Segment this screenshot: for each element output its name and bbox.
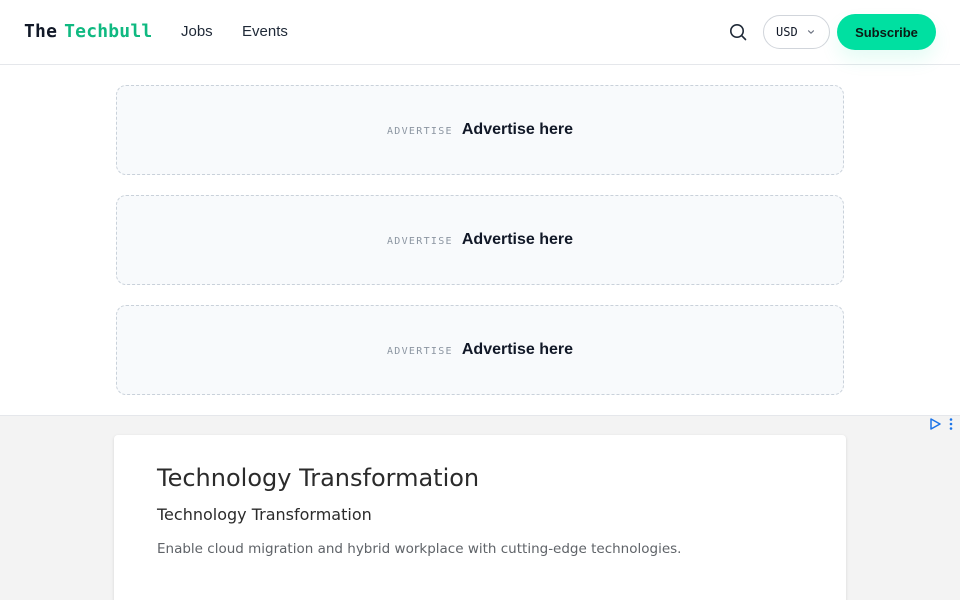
chevron-down-icon [807, 30, 815, 34]
ad-description: Enable cloud migration and hybrid workpl… [157, 541, 682, 557]
advertise-slot[interactable]: ADVERTISE Advertise here [116, 305, 844, 395]
advertise-label: Advertise here [461, 231, 574, 248]
advertise-tag: ADVERTISE [386, 235, 453, 247]
advertise-label: Advertise here [461, 121, 574, 138]
logo-word-techbull: Techbull [64, 21, 153, 42]
site-logo[interactable]: The Techbull [24, 20, 152, 44]
site-header: The Techbull Jobs Events USD Subscribe [0, 0, 960, 65]
nav-link-events[interactable]: Events [242, 22, 288, 42]
ad-subtitle: Technology Transformation [157, 505, 372, 524]
adchoices-icon [930, 418, 941, 430]
currency-selector[interactable]: USD [763, 15, 830, 49]
kebab-menu-icon [949, 418, 953, 430]
advertise-label: Advertise here [461, 341, 574, 358]
advertise-tag: ADVERTISE [386, 345, 453, 357]
sponsored-ad-card[interactable]: Technology Transformation Technology Tra… [114, 435, 846, 600]
adchoices-button[interactable] [928, 417, 942, 431]
ad-menu-button[interactable] [947, 417, 955, 431]
advertise-slot[interactable]: ADVERTISE Advertise here [116, 195, 844, 285]
logo-word-the: The [24, 21, 58, 42]
advertise-tag: ADVERTISE [386, 125, 453, 137]
ad-title[interactable]: Technology Transformation [157, 463, 479, 493]
subscribe-button[interactable]: Subscribe [837, 14, 936, 50]
search-icon [730, 24, 747, 41]
advertise-slot[interactable]: ADVERTISE Advertise here [116, 85, 844, 175]
currency-value: USD [776, 25, 798, 39]
search-button[interactable] [727, 21, 749, 43]
nav-link-jobs[interactable]: Jobs [181, 22, 213, 42]
